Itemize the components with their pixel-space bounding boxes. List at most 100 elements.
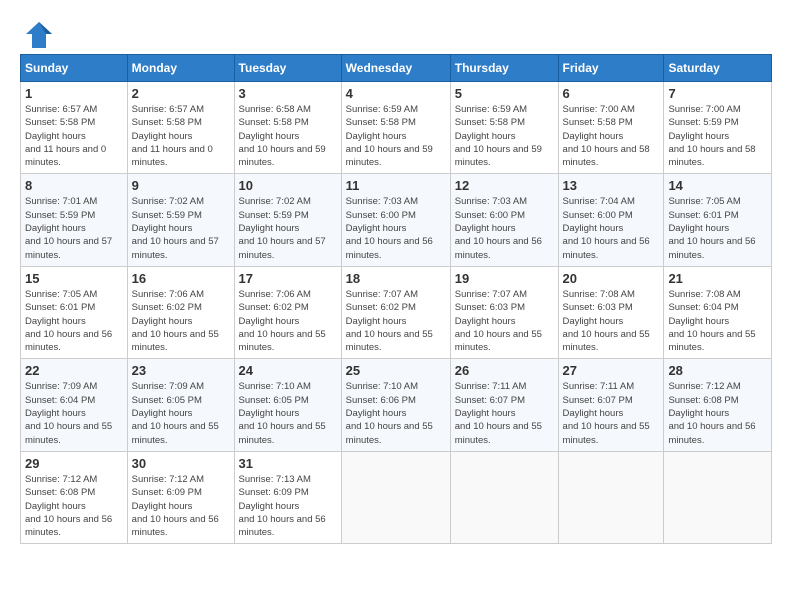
day-info: Sunrise: 7:05 AMSunset: 6:01 PMDaylight … [25, 289, 112, 353]
day-number: 17 [239, 271, 337, 286]
header-tuesday: Tuesday [234, 55, 341, 82]
calendar-header-row: SundayMondayTuesdayWednesdayThursdayFrid… [21, 55, 772, 82]
day-cell-18: 18 Sunrise: 7:07 AMSunset: 6:02 PMDaylig… [341, 266, 450, 358]
day-number: 12 [455, 178, 554, 193]
day-info: Sunrise: 7:12 AMSunset: 6:08 PMDaylight … [25, 474, 112, 538]
header-thursday: Thursday [450, 55, 558, 82]
day-info: Sunrise: 7:07 AMSunset: 6:03 PMDaylight … [455, 289, 542, 353]
day-cell-5: 5 Sunrise: 6:59 AMSunset: 5:58 PMDayligh… [450, 82, 558, 174]
day-cell-21: 21 Sunrise: 7:08 AMSunset: 6:04 PMDaylig… [664, 266, 772, 358]
day-info: Sunrise: 7:09 AMSunset: 6:05 PMDaylight … [132, 381, 219, 445]
day-cell-30: 30 Sunrise: 7:12 AMSunset: 6:09 PMDaylig… [127, 451, 234, 543]
day-number: 4 [346, 86, 446, 101]
day-cell-6: 6 Sunrise: 7:00 AMSunset: 5:58 PMDayligh… [558, 82, 664, 174]
empty-cell [341, 451, 450, 543]
day-number: 29 [25, 456, 123, 471]
day-cell-13: 13 Sunrise: 7:04 AMSunset: 6:00 PMDaylig… [558, 174, 664, 266]
day-number: 24 [239, 363, 337, 378]
day-number: 19 [455, 271, 554, 286]
day-cell-23: 23 Sunrise: 7:09 AMSunset: 6:05 PMDaylig… [127, 359, 234, 451]
day-cell-24: 24 Sunrise: 7:10 AMSunset: 6:05 PMDaylig… [234, 359, 341, 451]
day-info: Sunrise: 7:03 AMSunset: 6:00 PMDaylight … [455, 196, 542, 260]
day-number: 7 [668, 86, 767, 101]
page-header [20, 20, 772, 44]
day-number: 20 [563, 271, 660, 286]
day-info: Sunrise: 7:00 AMSunset: 5:59 PMDaylight … [668, 104, 755, 168]
calendar-table: SundayMondayTuesdayWednesdayThursdayFrid… [20, 54, 772, 544]
day-info: Sunrise: 7:12 AMSunset: 6:08 PMDaylight … [668, 381, 755, 445]
day-number: 11 [346, 178, 446, 193]
day-info: Sunrise: 7:02 AMSunset: 5:59 PMDaylight … [239, 196, 326, 260]
day-number: 13 [563, 178, 660, 193]
week-row-5: 29 Sunrise: 7:12 AMSunset: 6:08 PMDaylig… [21, 451, 772, 543]
day-cell-1: 1 Sunrise: 6:57 AMSunset: 5:58 PMDayligh… [21, 82, 128, 174]
header-wednesday: Wednesday [341, 55, 450, 82]
header-monday: Monday [127, 55, 234, 82]
day-cell-19: 19 Sunrise: 7:07 AMSunset: 6:03 PMDaylig… [450, 266, 558, 358]
day-info: Sunrise: 7:04 AMSunset: 6:00 PMDaylight … [563, 196, 650, 260]
day-info: Sunrise: 6:58 AMSunset: 5:58 PMDaylight … [239, 104, 326, 168]
day-cell-10: 10 Sunrise: 7:02 AMSunset: 5:59 PMDaylig… [234, 174, 341, 266]
day-info: Sunrise: 7:02 AMSunset: 5:59 PMDaylight … [132, 196, 219, 260]
day-number: 21 [668, 271, 767, 286]
day-cell-9: 9 Sunrise: 7:02 AMSunset: 5:59 PMDayligh… [127, 174, 234, 266]
day-number: 27 [563, 363, 660, 378]
day-info: Sunrise: 7:09 AMSunset: 6:04 PMDaylight … [25, 381, 112, 445]
day-number: 23 [132, 363, 230, 378]
day-cell-8: 8 Sunrise: 7:01 AMSunset: 5:59 PMDayligh… [21, 174, 128, 266]
day-number: 1 [25, 86, 123, 101]
day-number: 8 [25, 178, 123, 193]
day-number: 30 [132, 456, 230, 471]
day-cell-4: 4 Sunrise: 6:59 AMSunset: 5:58 PMDayligh… [341, 82, 450, 174]
day-info: Sunrise: 7:03 AMSunset: 6:00 PMDaylight … [346, 196, 433, 260]
header-saturday: Saturday [664, 55, 772, 82]
week-row-3: 15 Sunrise: 7:05 AMSunset: 6:01 PMDaylig… [21, 266, 772, 358]
day-info: Sunrise: 7:06 AMSunset: 6:02 PMDaylight … [239, 289, 326, 353]
day-number: 25 [346, 363, 446, 378]
day-number: 15 [25, 271, 123, 286]
day-cell-31: 31 Sunrise: 7:13 AMSunset: 6:09 PMDaylig… [234, 451, 341, 543]
day-cell-25: 25 Sunrise: 7:10 AMSunset: 6:06 PMDaylig… [341, 359, 450, 451]
day-cell-20: 20 Sunrise: 7:08 AMSunset: 6:03 PMDaylig… [558, 266, 664, 358]
day-number: 28 [668, 363, 767, 378]
day-info: Sunrise: 6:59 AMSunset: 5:58 PMDaylight … [455, 104, 542, 168]
day-info: Sunrise: 7:13 AMSunset: 6:09 PMDaylight … [239, 474, 326, 538]
day-cell-27: 27 Sunrise: 7:11 AMSunset: 6:07 PMDaylig… [558, 359, 664, 451]
day-number: 22 [25, 363, 123, 378]
day-cell-7: 7 Sunrise: 7:00 AMSunset: 5:59 PMDayligh… [664, 82, 772, 174]
day-cell-26: 26 Sunrise: 7:11 AMSunset: 6:07 PMDaylig… [450, 359, 558, 451]
day-info: Sunrise: 6:57 AMSunset: 5:58 PMDaylight … [132, 104, 213, 168]
day-info: Sunrise: 7:12 AMSunset: 6:09 PMDaylight … [132, 474, 219, 538]
day-cell-29: 29 Sunrise: 7:12 AMSunset: 6:08 PMDaylig… [21, 451, 128, 543]
empty-cell [450, 451, 558, 543]
day-cell-16: 16 Sunrise: 7:06 AMSunset: 6:02 PMDaylig… [127, 266, 234, 358]
day-info: Sunrise: 7:11 AMSunset: 6:07 PMDaylight … [455, 381, 542, 445]
day-info: Sunrise: 7:06 AMSunset: 6:02 PMDaylight … [132, 289, 219, 353]
header-friday: Friday [558, 55, 664, 82]
header-sunday: Sunday [21, 55, 128, 82]
day-number: 14 [668, 178, 767, 193]
logo-icon [24, 20, 54, 50]
week-row-4: 22 Sunrise: 7:09 AMSunset: 6:04 PMDaylig… [21, 359, 772, 451]
day-number: 3 [239, 86, 337, 101]
day-info: Sunrise: 7:11 AMSunset: 6:07 PMDaylight … [563, 381, 650, 445]
day-cell-28: 28 Sunrise: 7:12 AMSunset: 6:08 PMDaylig… [664, 359, 772, 451]
day-number: 26 [455, 363, 554, 378]
week-row-1: 1 Sunrise: 6:57 AMSunset: 5:58 PMDayligh… [21, 82, 772, 174]
day-info: Sunrise: 7:05 AMSunset: 6:01 PMDaylight … [668, 196, 755, 260]
day-info: Sunrise: 7:01 AMSunset: 5:59 PMDaylight … [25, 196, 112, 260]
empty-cell [558, 451, 664, 543]
day-cell-12: 12 Sunrise: 7:03 AMSunset: 6:00 PMDaylig… [450, 174, 558, 266]
day-info: Sunrise: 7:10 AMSunset: 6:05 PMDaylight … [239, 381, 326, 445]
day-cell-2: 2 Sunrise: 6:57 AMSunset: 5:58 PMDayligh… [127, 82, 234, 174]
day-number: 9 [132, 178, 230, 193]
day-info: Sunrise: 7:07 AMSunset: 6:02 PMDaylight … [346, 289, 433, 353]
day-number: 2 [132, 86, 230, 101]
empty-cell [664, 451, 772, 543]
day-number: 6 [563, 86, 660, 101]
day-cell-15: 15 Sunrise: 7:05 AMSunset: 6:01 PMDaylig… [21, 266, 128, 358]
day-info: Sunrise: 7:08 AMSunset: 6:04 PMDaylight … [668, 289, 755, 353]
day-cell-3: 3 Sunrise: 6:58 AMSunset: 5:58 PMDayligh… [234, 82, 341, 174]
day-info: Sunrise: 6:57 AMSunset: 5:58 PMDaylight … [25, 104, 106, 168]
logo [20, 20, 54, 44]
